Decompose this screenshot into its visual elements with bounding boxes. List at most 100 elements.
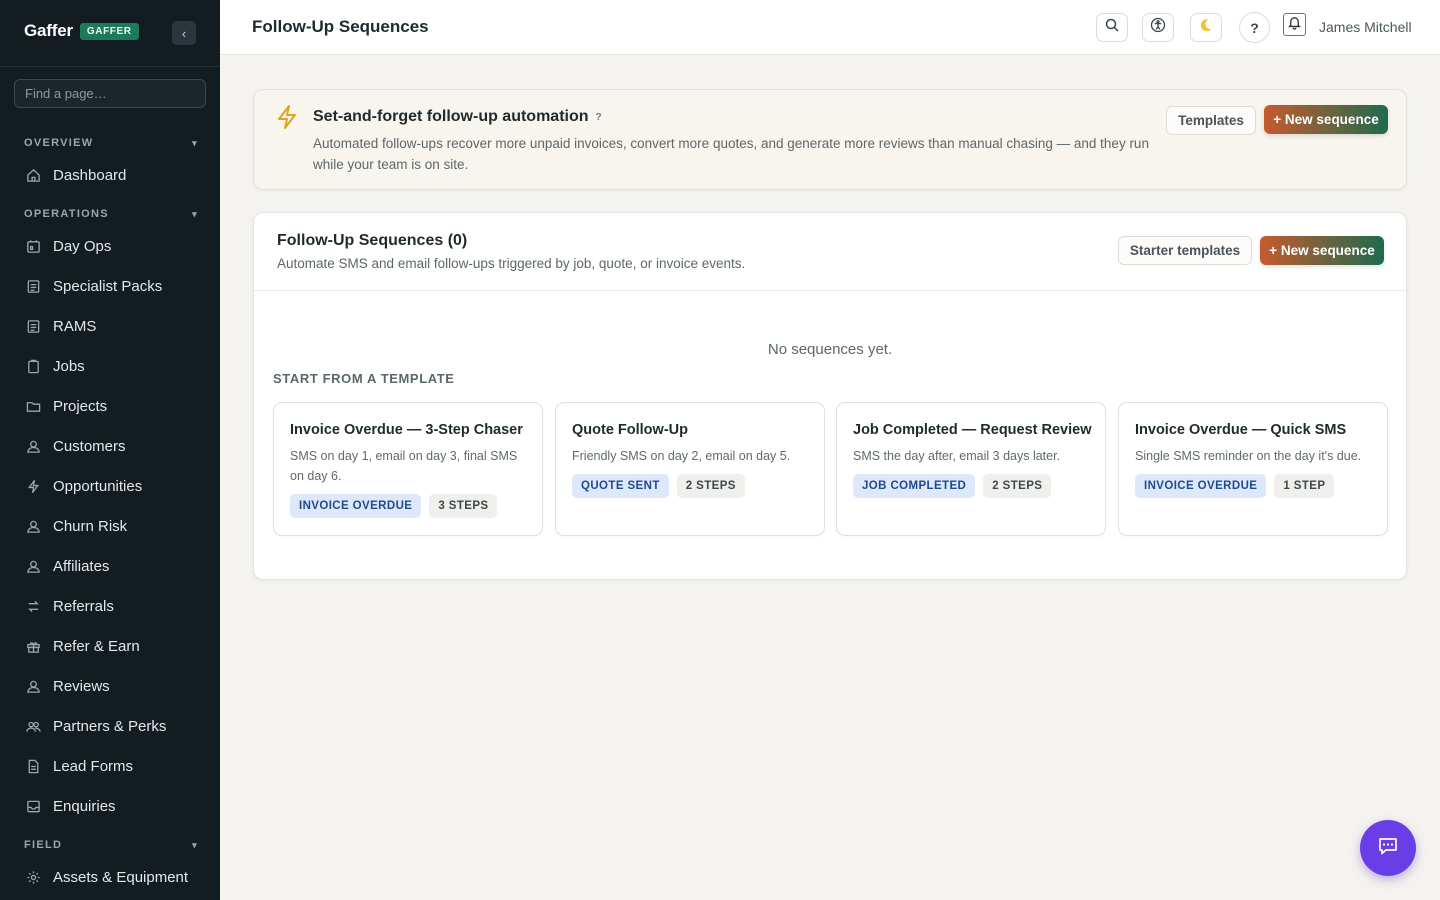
document-list-icon [24, 317, 42, 335]
template-card[interactable]: Quote Follow-Up Friendly SMS on day 2, e… [555, 402, 825, 536]
chevron-down-icon: ▾ [192, 137, 198, 148]
template-title: Quote Follow-Up [572, 422, 688, 438]
template-tags: QUOTE SENT 2 STEPS [572, 474, 745, 498]
sidebar-item-label: Referrals [53, 597, 114, 615]
section-operations-label: OPERATIONS [24, 208, 109, 220]
bell-icon [1287, 15, 1302, 35]
brand-badge: GAFFER [79, 22, 139, 40]
sidebar-item-label: Churn Risk [53, 517, 128, 535]
user-menu[interactable]: James Mitchell [1319, 19, 1412, 35]
help-label: ? [1250, 19, 1259, 36]
top-bar: Follow-Up Sequences ? James Mitchell [220, 0, 1440, 55]
sidebar-item-label: Jobs [53, 357, 85, 375]
sidebar-item-reviews[interactable]: Reviews [24, 673, 204, 699]
new-sequence-button[interactable]: + New sequence [1260, 236, 1384, 265]
empty-state-message: No sequences yet. [767, 341, 893, 358]
banner-description: Automated follow-ups recover more unpaid… [313, 136, 1149, 172]
template-description: SMS on day 1, email on day 3, final SMS … [290, 449, 518, 483]
collapse-sidebar-button[interactable]: ‹ [172, 21, 196, 45]
sidebar-item-lead-forms[interactable]: Lead Forms [24, 753, 204, 779]
clipboard-icon [24, 357, 42, 375]
sidebar-item-label: Dashboard [53, 166, 127, 184]
form-icon [24, 757, 42, 775]
template-description: Friendly SMS on day 2, email on day 5. [572, 449, 791, 463]
sidebar-item-label: Lead Forms [53, 757, 134, 775]
folder-icon [24, 397, 42, 415]
card-subtitle: Automate SMS and email follow-ups trigge… [277, 256, 746, 271]
sidebar-item-enquiries[interactable]: Enquiries [24, 793, 204, 819]
sidebar-item-label: Day Ops [53, 237, 112, 255]
theme-toggle-button[interactable] [1190, 13, 1222, 42]
template-card[interactable]: Invoice Overdue — 3-Step Chaser SMS on d… [273, 402, 543, 536]
brand-name: Gaffer [24, 21, 73, 40]
chevron-down-icon: ▾ [192, 839, 198, 850]
trigger-badge: INVOICE OVERDUE [1135, 474, 1267, 498]
sidebar-item-dashboard[interactable]: Dashboard [24, 162, 204, 188]
sidebar-item-opportunities[interactable]: Opportunities [24, 473, 204, 499]
section-field[interactable]: FIELD ▾ [24, 839, 198, 851]
steps-badge: 1 STEP [1274, 474, 1335, 498]
sidebar-item-label: Affiliates [53, 557, 110, 575]
user-icon [24, 677, 42, 695]
gift-icon [24, 637, 42, 655]
steps-badge: 2 STEPS [676, 474, 745, 498]
templates-heading: START FROM A TEMPLATE [273, 371, 455, 386]
help-button[interactable]: ? [1239, 12, 1270, 43]
sidebar-item-day-ops[interactable]: Day Ops [24, 233, 204, 259]
section-operations[interactable]: OPERATIONS ▾ [24, 208, 198, 220]
new-sequence-button[interactable]: + New sequence [1264, 105, 1388, 134]
template-card[interactable]: Invoice Overdue — Quick SMS Single SMS r… [1118, 402, 1388, 536]
trigger-badge: INVOICE OVERDUE [290, 494, 422, 518]
search-button[interactable] [1096, 13, 1128, 42]
automation-banner: Set-and-forget follow-up automation ? Au… [253, 89, 1407, 190]
template-tags: INVOICE OVERDUE 3 STEPS [290, 494, 498, 518]
sidebar-item-projects[interactable]: Projects [24, 393, 204, 419]
sidebar-item-referrals[interactable]: Referrals [24, 593, 204, 619]
sidebar-item-label: Assets & Equipment [53, 868, 189, 886]
sidebar-item-refer-earn[interactable]: Refer & Earn [24, 633, 204, 659]
sidebar-item-specialist-packs[interactable]: Specialist Packs [24, 273, 204, 299]
page-title: Follow-Up Sequences [252, 17, 429, 36]
template-title: Job Completed — Request Review [853, 422, 1092, 438]
sidebar-item-rams[interactable]: RAMS [24, 313, 204, 339]
sidebar-item-customers[interactable]: Customers [24, 433, 204, 459]
accessibility-icon [1150, 17, 1166, 38]
template-description: Single SMS reminder on the day it's due. [1135, 449, 1362, 463]
sidebar-item-jobs[interactable]: Jobs [24, 353, 204, 379]
section-overview[interactable]: OVERVIEW ▾ [24, 137, 198, 149]
notifications-button[interactable] [1283, 13, 1306, 36]
accessibility-button[interactable] [1142, 13, 1174, 42]
template-card[interactable]: Job Completed — Request Review SMS the d… [836, 402, 1106, 536]
templates-button[interactable]: Templates [1166, 106, 1256, 135]
sidebar-item-churn-risk[interactable]: Churn Risk [24, 513, 204, 539]
banner-title: Set-and-forget follow-up automation ? [313, 108, 602, 126]
user-icon [24, 517, 42, 535]
trigger-badge: QUOTE SENT [572, 474, 669, 498]
find-page-input[interactable] [14, 79, 206, 108]
sidebar-item-partners-perks[interactable]: Partners & Perks [24, 713, 204, 739]
starter-templates-button[interactable]: Starter templates [1118, 236, 1252, 265]
inbox-icon [24, 797, 42, 815]
card-title: Follow-Up Sequences (0) [277, 232, 468, 249]
banner-help-button[interactable]: ? [596, 112, 602, 123]
home-icon [24, 166, 42, 184]
template-title: Invoice Overdue — 3-Step Chaser [290, 422, 523, 438]
sidebar-item-label: Projects [53, 397, 108, 415]
sidebar-item-label: Customers [53, 437, 126, 455]
template-tags: JOB COMPLETED 2 STEPS [853, 474, 1052, 498]
trigger-badge: JOB COMPLETED [853, 474, 976, 498]
steps-badge: 3 STEPS [429, 494, 498, 518]
search-icon [1104, 17, 1120, 38]
document-list-icon [24, 277, 42, 295]
user-icon [24, 437, 42, 455]
sidebar-item-affiliates[interactable]: Affiliates [24, 553, 204, 579]
swap-arrows-icon [24, 597, 42, 615]
template-description: SMS the day after, email 3 days later. [853, 449, 1061, 463]
sidebar-divider [0, 66, 220, 67]
card-divider [254, 290, 1406, 291]
users-icon [24, 717, 42, 735]
sidebar-item-assets-equipment[interactable]: Assets & Equipment [24, 864, 204, 890]
sidebar-item-label: Refer & Earn [53, 637, 140, 655]
lightning-icon [24, 477, 42, 495]
chat-button[interactable] [1360, 820, 1416, 876]
